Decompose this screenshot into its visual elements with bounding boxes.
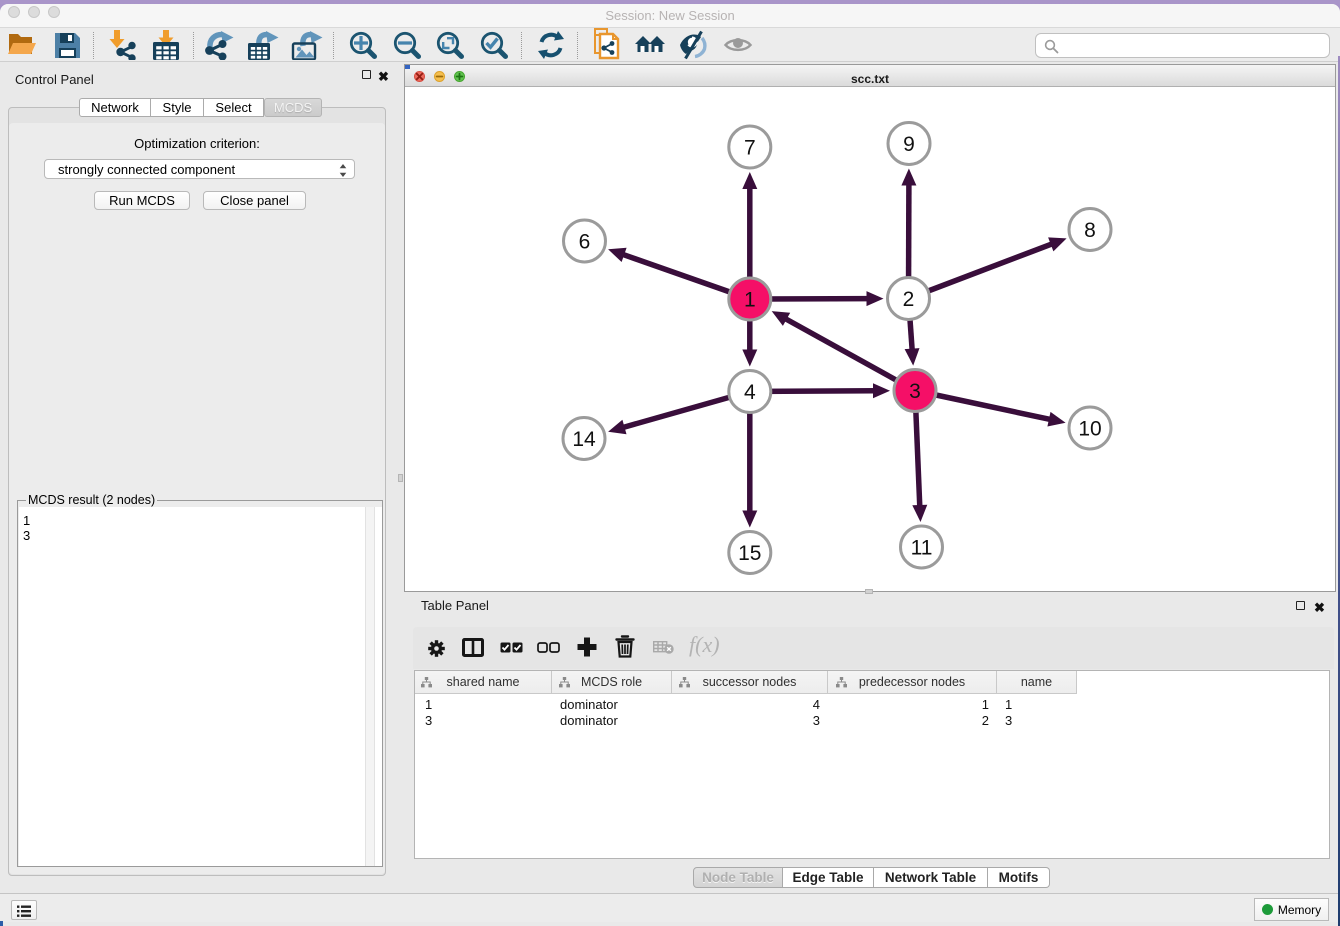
svg-text:2: 2 xyxy=(903,288,915,311)
svg-text:6: 6 xyxy=(579,231,591,254)
svg-text:14: 14 xyxy=(572,428,596,451)
svg-text:11: 11 xyxy=(911,537,933,560)
svg-text:7: 7 xyxy=(744,137,756,160)
svg-text:10: 10 xyxy=(1078,418,1101,441)
svg-text:9: 9 xyxy=(903,133,915,156)
svg-text:8: 8 xyxy=(1084,219,1096,242)
svg-text:3: 3 xyxy=(909,380,921,403)
svg-text:1: 1 xyxy=(744,289,756,312)
svg-text:4: 4 xyxy=(744,381,756,404)
svg-text:15: 15 xyxy=(738,542,761,565)
